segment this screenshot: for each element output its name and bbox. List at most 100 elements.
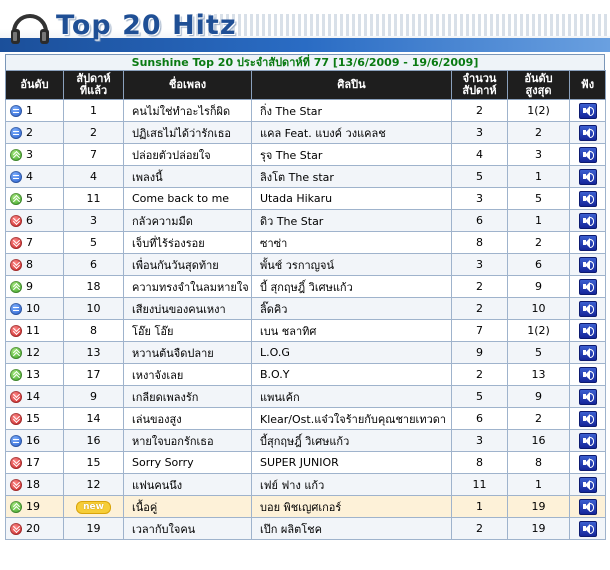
rank-cell: 2 xyxy=(5,121,64,144)
song-title: หายใจบอกรักเธอ xyxy=(123,429,252,452)
weeks-on-chart: 3 xyxy=(451,187,508,210)
rank-value: 20 xyxy=(26,522,40,535)
peak-position: 2 xyxy=(507,231,570,254)
artist-name: เฟย์ ฟาง แก้ว xyxy=(251,473,452,496)
speaker-icon[interactable] xyxy=(578,300,597,317)
weeks-on-chart: 2 xyxy=(451,297,508,320)
artist-name: รุจ The Star xyxy=(251,143,452,166)
peak-position: 2 xyxy=(507,121,570,144)
last-week-value: 6 xyxy=(90,258,97,271)
table-row: 18 12 แฟนคนนึง เฟย์ ฟาง แก้ว 11 1 xyxy=(5,473,606,496)
speaker-icon[interactable] xyxy=(578,344,597,361)
speaker-icon[interactable] xyxy=(578,124,597,141)
rank-same-icon xyxy=(10,126,22,139)
speaker-icon[interactable] xyxy=(578,102,597,119)
table-row: 16 16 หายใจบอกรักเธอ บี้สุกฤษฎิ์ วิเศษแก้ว 3… xyxy=(5,429,606,452)
rank-value: 8 xyxy=(26,258,33,271)
listen-cell xyxy=(569,297,606,320)
speaker-icon[interactable] xyxy=(578,256,597,273)
chart-subtitle: Sunshine Top 20 ประจำสัปดาห์ที่ 77 [13/6… xyxy=(5,54,605,70)
song-title: เล่นของสูง xyxy=(123,407,252,430)
rank-value: 19 xyxy=(26,500,40,513)
artist-name: กิ่ง The Star xyxy=(251,99,452,122)
rank-down-icon xyxy=(10,478,22,491)
song-title: แฟนคนนึง xyxy=(123,473,252,496)
speaker-icon[interactable] xyxy=(578,168,597,185)
speaker-icon[interactable] xyxy=(578,498,597,515)
listen-cell xyxy=(569,517,606,540)
last-week-value: 5 xyxy=(90,236,97,249)
song-title: ปล่อยตัวปล่อยใจ xyxy=(123,143,252,166)
song-title: เพลงนี้ xyxy=(123,165,252,188)
rank-cell: 15 xyxy=(5,407,64,430)
last-week-cell: 16 xyxy=(63,429,124,452)
peak-position: 1(2) xyxy=(507,99,570,122)
last-week-cell: new xyxy=(63,495,124,518)
peak-position: 6 xyxy=(507,253,570,276)
artist-name: L.O.G xyxy=(251,341,452,364)
song-title: เกลียดเพลงรัก xyxy=(123,385,252,408)
speaker-icon[interactable] xyxy=(578,366,597,383)
rank-cell: 4 xyxy=(5,165,64,188)
rank-down-icon xyxy=(10,258,22,271)
last-week-cell: 9 xyxy=(63,385,124,408)
rank-value: 2 xyxy=(26,126,33,139)
speaker-icon[interactable] xyxy=(578,212,597,229)
speaker-icon[interactable] xyxy=(578,234,597,251)
artist-name: พั้นช์ วรกาญจน์ xyxy=(251,253,452,276)
speaker-icon[interactable] xyxy=(578,146,597,163)
speaker-icon[interactable] xyxy=(578,410,597,427)
last-week-value: 14 xyxy=(86,412,101,425)
table-row: 5 11 Come back to me Utada Hikaru 3 5 xyxy=(5,187,606,210)
speaker-icon[interactable] xyxy=(578,388,597,405)
rank-same-icon xyxy=(10,302,22,315)
col-header-weeks: จำนวน สัปดาห์ xyxy=(451,70,508,100)
rank-value: 12 xyxy=(26,346,40,359)
speaker-icon[interactable] xyxy=(578,278,597,295)
weeks-on-chart: 3 xyxy=(451,429,508,452)
peak-position: 19 xyxy=(507,517,570,540)
speaker-icon[interactable] xyxy=(578,432,597,449)
artist-name: B.O.Y xyxy=(251,363,452,386)
speaker-icon[interactable] xyxy=(578,520,597,537)
artist-name: บอย พิชเญศเกอร์ xyxy=(251,495,452,518)
rank-value: 16 xyxy=(26,434,40,447)
weeks-on-chart: 8 xyxy=(451,231,508,254)
peak-position: 13 xyxy=(507,363,570,386)
rank-same-icon xyxy=(10,170,22,183)
speaker-icon[interactable] xyxy=(578,476,597,493)
rank-value: 11 xyxy=(26,324,40,337)
weeks-on-chart: 11 xyxy=(451,473,508,496)
song-title: คนไม่ใช่ทำอะไรก็ผิด xyxy=(123,99,252,122)
table-row: 7 5 เจ็บที่ไร้ร่องรอย ซาซ่า 8 2 xyxy=(5,231,606,254)
song-title: เวลากับใจคน xyxy=(123,517,252,540)
song-title: เหงาจังเลย xyxy=(123,363,252,386)
last-week-cell: 8 xyxy=(63,319,124,342)
table-body: 1 1 คนไม่ใช่ทำอะไรก็ผิด กิ่ง The Star 2 1(2) 2… xyxy=(5,99,606,540)
rank-value: 17 xyxy=(26,456,40,469)
rank-value: 10 xyxy=(26,302,40,315)
weeks-on-chart: 1 xyxy=(451,495,508,518)
song-title: หวานต้นจืดปลาย xyxy=(123,341,252,364)
last-week-cell: 19 xyxy=(63,517,124,540)
rank-up-icon xyxy=(10,192,22,205)
artist-name: Klear/Ost.แจ๋วใจร้ายกับคุณชายเทวดา xyxy=(251,407,452,430)
weeks-on-chart: 9 xyxy=(451,341,508,364)
table-row: 9 18 ความทรงจำในลมหายใจ บี้ สุกฤษฎิ์ วิเศษแ… xyxy=(5,275,606,298)
headphones-icon xyxy=(11,14,49,44)
song-title: ความทรงจำในลมหายใจ xyxy=(123,275,252,298)
speaker-icon[interactable] xyxy=(578,190,597,207)
last-week-value: 17 xyxy=(86,368,101,381)
last-week-cell: 2 xyxy=(63,121,124,144)
rank-value: 1 xyxy=(26,104,33,117)
last-week-value: 2 xyxy=(90,126,97,139)
speaker-icon[interactable] xyxy=(578,322,597,339)
weeks-on-chart: 2 xyxy=(451,363,508,386)
table-row: 8 6 เพื่อนกันวันสุดท้าย พั้นช์ วรกาญจน์ 3 6 xyxy=(5,253,606,276)
last-week-value: 12 xyxy=(86,478,101,491)
speaker-icon[interactable] xyxy=(578,454,597,471)
rank-up-icon xyxy=(10,500,22,513)
rank-up-icon xyxy=(10,368,22,381)
last-week-cell: 18 xyxy=(63,275,124,298)
peak-position: 3 xyxy=(507,143,570,166)
